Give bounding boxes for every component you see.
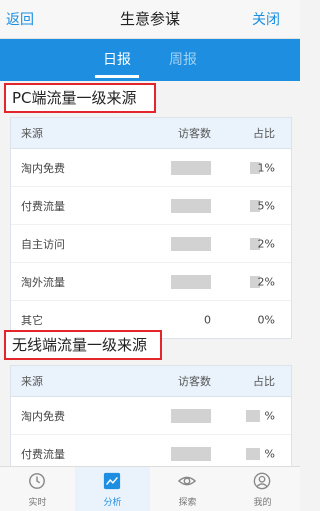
row-source: 付费流量: [21, 199, 65, 213]
row-source: 淘内免费: [21, 409, 65, 423]
bottom-nav: 实时 分析 探索 我的: [0, 466, 300, 511]
redacted-value: [171, 236, 211, 251]
row-share: %: [264, 409, 275, 422]
redacted-value: [171, 274, 211, 289]
nav-item-explore[interactable]: 探索: [150, 467, 225, 511]
chart-icon: [103, 472, 121, 490]
row-share: 2%: [257, 237, 275, 250]
row-source: 其它: [21, 313, 43, 327]
clock-icon: [29, 473, 45, 489]
tab-weekly[interactable]: 周报: [169, 49, 197, 69]
redacted-value: [171, 408, 211, 423]
eye-icon: [178, 476, 196, 486]
nav-label: 我的: [253, 498, 272, 508]
table-row: 自主访问 2%: [11, 225, 291, 263]
redacted-value: [246, 447, 260, 460]
nav-item-realtime[interactable]: 实时: [0, 467, 75, 511]
report-tabs: 日报 周报: [0, 39, 300, 81]
pc-traffic-table: 来源 访客数 占比 淘内免费 1% 付费流量 5% 自主访问 2% 淘外流量 2…: [10, 117, 292, 339]
table-header: 来源 访客数 占比: [11, 366, 291, 397]
redacted-value: [171, 198, 211, 213]
redacted-value: [171, 446, 211, 461]
row-share: 1%: [257, 161, 275, 174]
nav-item-mine[interactable]: 我的: [225, 467, 300, 511]
active-tab-indicator: [95, 75, 139, 78]
table-header: 来源 访客数 占比: [11, 118, 291, 149]
table-row: 淘外流量 2%: [11, 263, 291, 301]
nav-label: 分析: [103, 498, 122, 508]
row-share: %: [264, 447, 275, 460]
row-source: 淘外流量: [21, 275, 65, 289]
nav-label: 探索: [178, 498, 197, 508]
user-icon: [253, 472, 271, 490]
tab-daily[interactable]: 日报: [103, 49, 131, 69]
row-share: 2%: [257, 275, 275, 288]
section-title-wireless: 无线端流量一级来源: [4, 330, 162, 360]
table-row: 淘内免费 %: [11, 397, 291, 435]
table-row: 淘内免费 1%: [11, 149, 291, 187]
redacted-value: [171, 160, 211, 175]
top-bar: 返回 生意参谋 关闭: [0, 0, 300, 39]
column-header-source: 来源: [21, 127, 43, 140]
row-source: 自主访问: [21, 237, 65, 251]
close-button[interactable]: 关闭: [252, 9, 280, 29]
row-visitors: 0: [204, 313, 211, 326]
redacted-value: [246, 409, 260, 422]
row-source: 淘内免费: [21, 161, 65, 175]
section-title-pc: PC端流量一级来源: [4, 83, 156, 113]
column-header-visitors: 访客数: [178, 375, 211, 388]
row-source: 付费流量: [21, 447, 65, 461]
nav-label: 实时: [28, 498, 47, 508]
column-header-share: 占比: [253, 127, 275, 140]
table-row: 付费流量 5%: [11, 187, 291, 225]
wireless-traffic-table: 来源 访客数 占比 淘内免费 % 付费流量 %: [10, 365, 292, 473]
row-share: 0%: [257, 313, 275, 326]
column-header-source: 来源: [21, 375, 43, 388]
column-header-visitors: 访客数: [178, 127, 211, 140]
nav-item-analysis[interactable]: 分析: [75, 467, 150, 511]
column-header-share: 占比: [253, 375, 275, 388]
row-share: 5%: [257, 199, 275, 212]
